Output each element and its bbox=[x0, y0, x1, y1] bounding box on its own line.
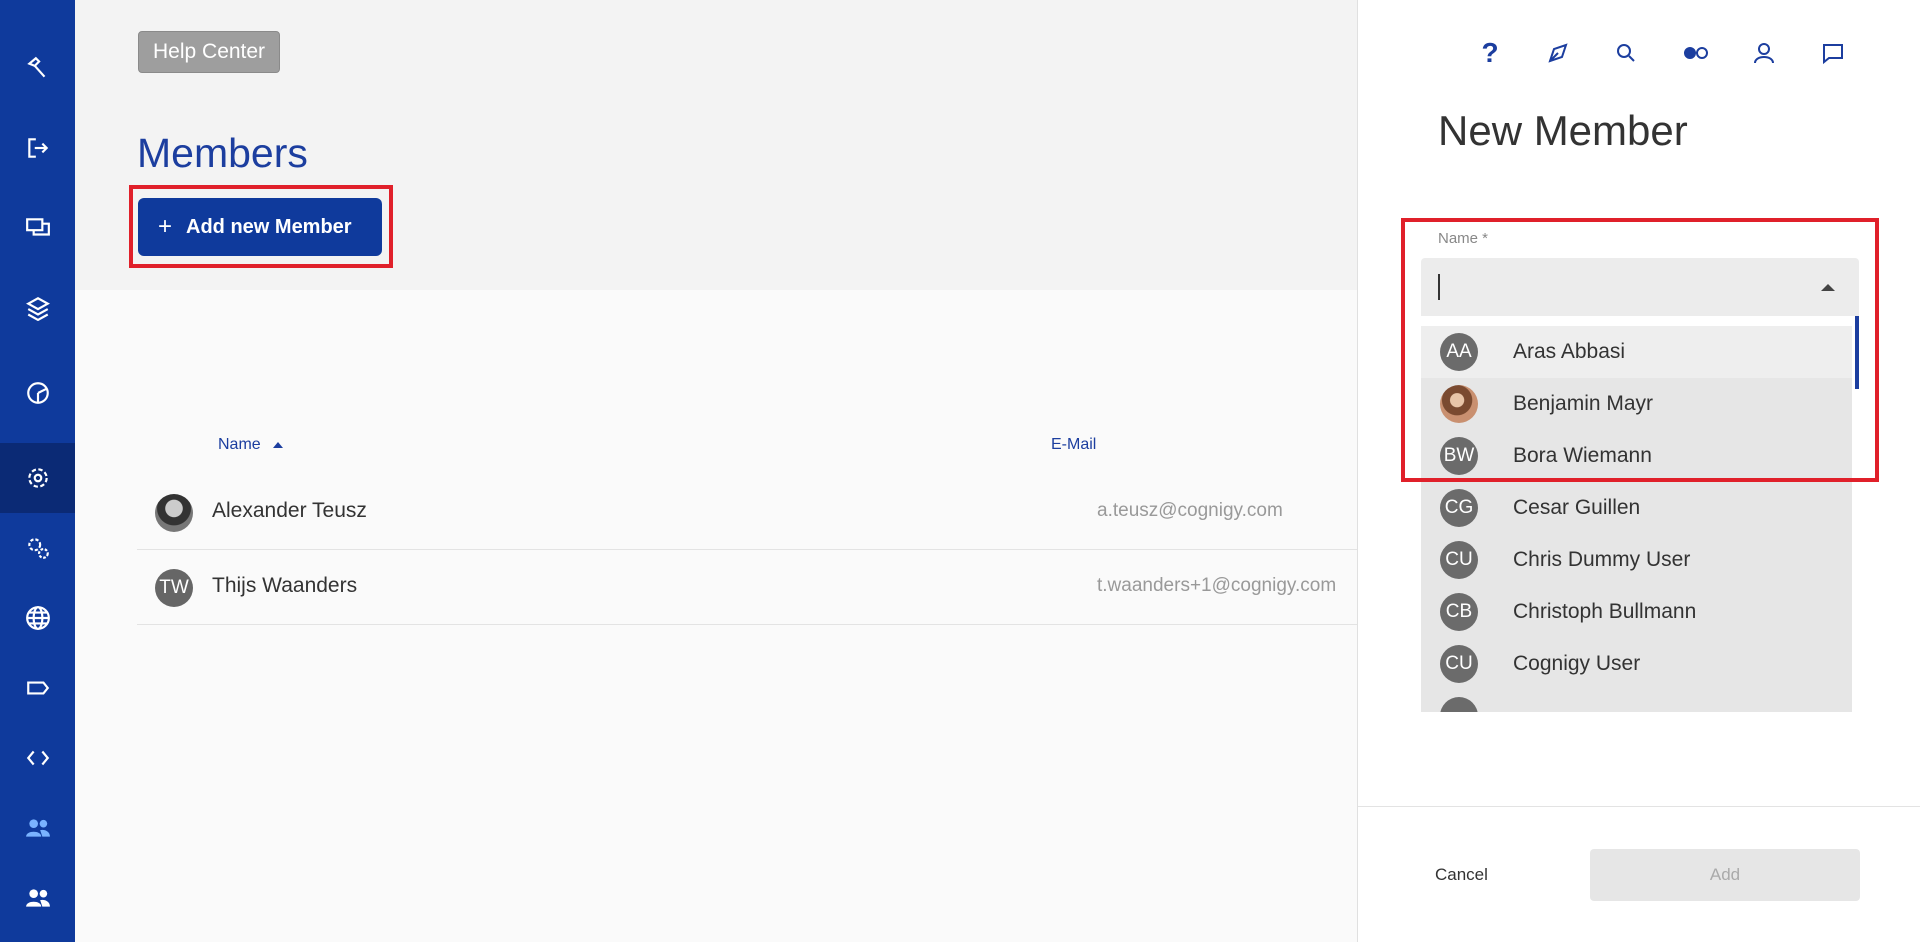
member-email: t.waanders+1@cognigy.com bbox=[1097, 575, 1337, 596]
compass-icon[interactable] bbox=[1543, 38, 1573, 68]
search-icon[interactable] bbox=[1611, 38, 1641, 68]
toggle-icon[interactable] bbox=[1681, 38, 1711, 68]
settings-advanced-icon[interactable] bbox=[0, 513, 75, 583]
code-icon[interactable] bbox=[0, 723, 75, 793]
avatar: TW bbox=[155, 569, 193, 607]
page-title: Members bbox=[137, 130, 308, 176]
tag-icon[interactable] bbox=[0, 653, 75, 723]
help-center-button[interactable]: Help Center bbox=[138, 31, 281, 73]
column-header-email[interactable]: E-Mail bbox=[1051, 436, 1096, 454]
chat-icon[interactable] bbox=[1818, 38, 1848, 68]
column-header-name[interactable]: Name bbox=[218, 436, 283, 454]
cancel-button[interactable]: Cancel bbox=[1435, 865, 1488, 885]
avatar: CU bbox=[1440, 645, 1478, 683]
nav-rail bbox=[0, 0, 75, 942]
people-icon[interactable] bbox=[0, 793, 75, 863]
avatar: CB bbox=[1440, 593, 1478, 631]
chat-bubbles-icon[interactable] bbox=[0, 193, 75, 263]
analytics-icon[interactable] bbox=[0, 358, 75, 428]
user-icon[interactable] bbox=[1749, 38, 1779, 68]
list-item[interactable]: CU Chris Dummy User bbox=[1421, 534, 1852, 586]
highlight-box bbox=[129, 185, 393, 268]
layers-icon[interactable] bbox=[0, 273, 75, 343]
hammer-icon[interactable] bbox=[0, 33, 75, 103]
logout-icon[interactable] bbox=[0, 113, 75, 183]
globe-icon[interactable] bbox=[0, 583, 75, 653]
people-icon[interactable] bbox=[0, 863, 75, 933]
avatar bbox=[155, 494, 193, 532]
list-item[interactable] bbox=[1421, 690, 1852, 712]
panel-footer: Cancel Add bbox=[1358, 806, 1920, 942]
settings-icon[interactable] bbox=[0, 443, 75, 513]
list-item[interactable]: CG Cesar Guillen bbox=[1421, 482, 1852, 534]
sort-ascending-icon bbox=[272, 441, 283, 448]
member-name: Alexander Teusz bbox=[212, 499, 367, 522]
highlight-box bbox=[1401, 218, 1879, 482]
list-item[interactable]: CB Christoph Bullmann bbox=[1421, 586, 1852, 638]
table-row[interactable]: Alexander Teusz a.teusz@cognigy.com bbox=[137, 475, 1358, 550]
avatar bbox=[1440, 697, 1478, 712]
avatar: CU bbox=[1440, 541, 1478, 579]
member-email: a.teusz@cognigy.com bbox=[1097, 500, 1283, 521]
table-row[interactable]: TW Thijs Waanders t.waanders+1@cognigy.c… bbox=[137, 550, 1358, 625]
panel-title: New Member bbox=[1438, 107, 1688, 154]
member-name: Thijs Waanders bbox=[212, 574, 358, 597]
help-icon[interactable]: ? bbox=[1475, 37, 1505, 68]
main-content: Help Center Members + Add new Member Nam… bbox=[75, 0, 1358, 942]
add-button[interactable]: Add bbox=[1590, 849, 1860, 901]
avatar: CG bbox=[1440, 489, 1478, 527]
list-item[interactable]: CU Cognigy User bbox=[1421, 638, 1852, 690]
